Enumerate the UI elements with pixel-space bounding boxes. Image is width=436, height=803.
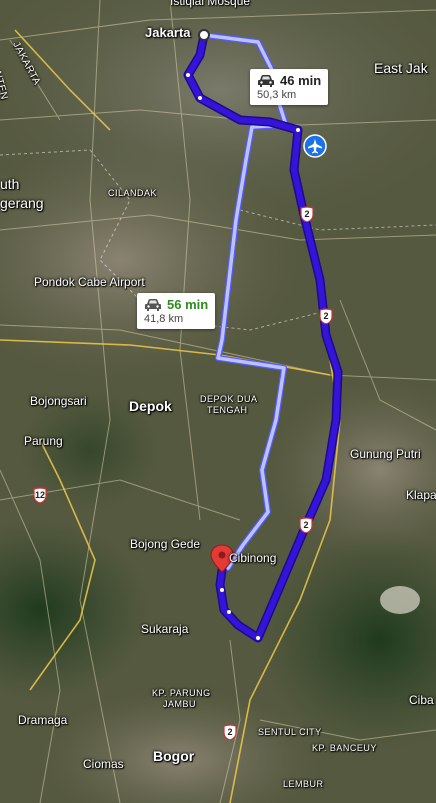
route-distance: 50,3 km [257,89,297,101]
place-label-kp-banceuy: KP. BANCEUY [312,743,377,753]
place-label-ciomas[interactable]: Ciomas [83,757,124,771]
place-label-depok[interactable]: Depok [129,398,172,414]
origin-marker-icon[interactable] [198,29,210,41]
place-label-kp-parung-line2: JAMBU [163,699,197,709]
place-label-pondok-cabe[interactable]: Pondok Cabe Airport [34,275,145,289]
place-label-depok-dua-line1: DEPOK DUA [200,394,258,404]
place-label-gunung-putri[interactable]: Gunung Putri [350,447,421,461]
place-label-bogor[interactable]: Bogor [153,748,194,764]
place-label-sentul-city: SENTUL CITY [258,727,322,737]
place-label-dramaga[interactable]: Dramaga [18,713,67,727]
highway-shield-label: 2 [323,311,329,321]
place-label-klapa[interactable]: Klapa [406,488,436,502]
place-label-bojongsari[interactable]: Bojongsari [30,394,87,408]
place-label-sukaraja[interactable]: Sukaraja [141,622,188,636]
place-label-south-tangerang-line1[interactable]: uth [0,176,19,192]
place-label-cibinong[interactable]: Cibinong [229,551,276,565]
airport-icon[interactable] [303,134,327,158]
route-distance: 41,8 km [144,313,184,325]
quarry-area [380,586,420,614]
route-info-alternate[interactable]: 56 min 41,8 km [137,293,216,329]
place-label-bojong-gede[interactable]: Bojong Gede [130,537,200,551]
car-icon [145,298,161,311]
place-label-istiqlal[interactable]: Istiqlal Mosque [170,0,250,8]
place-label-south-tangerang-line2[interactable]: gerang [0,195,44,211]
place-label-kp-parung-line1: KP. PARUNG [152,688,211,698]
place-label-depok-dua-line2: TENGAH [207,405,248,415]
place-label-jakarta[interactable]: Jakarta [145,25,191,40]
car-icon [258,74,274,87]
place-label-ciba[interactable]: Ciba [409,693,434,707]
place-label-east-jakarta[interactable]: East Jak [374,60,428,76]
highway-shield-label: 2 [304,209,310,219]
place-label-cilandak: CILANDAK [108,188,158,198]
route-time: 46 min [280,73,322,88]
route-time: 56 min [167,297,209,312]
place-label-lembur: LEMBUR [283,779,324,789]
highway-shield-label: 12 [34,490,45,500]
highway-shield-label: 2 [303,520,309,530]
place-label-parung[interactable]: Parung [24,434,63,448]
route-info-primary[interactable]: 46 min 50,3 km [250,69,329,105]
highway-shield-label: 2 [227,727,233,737]
